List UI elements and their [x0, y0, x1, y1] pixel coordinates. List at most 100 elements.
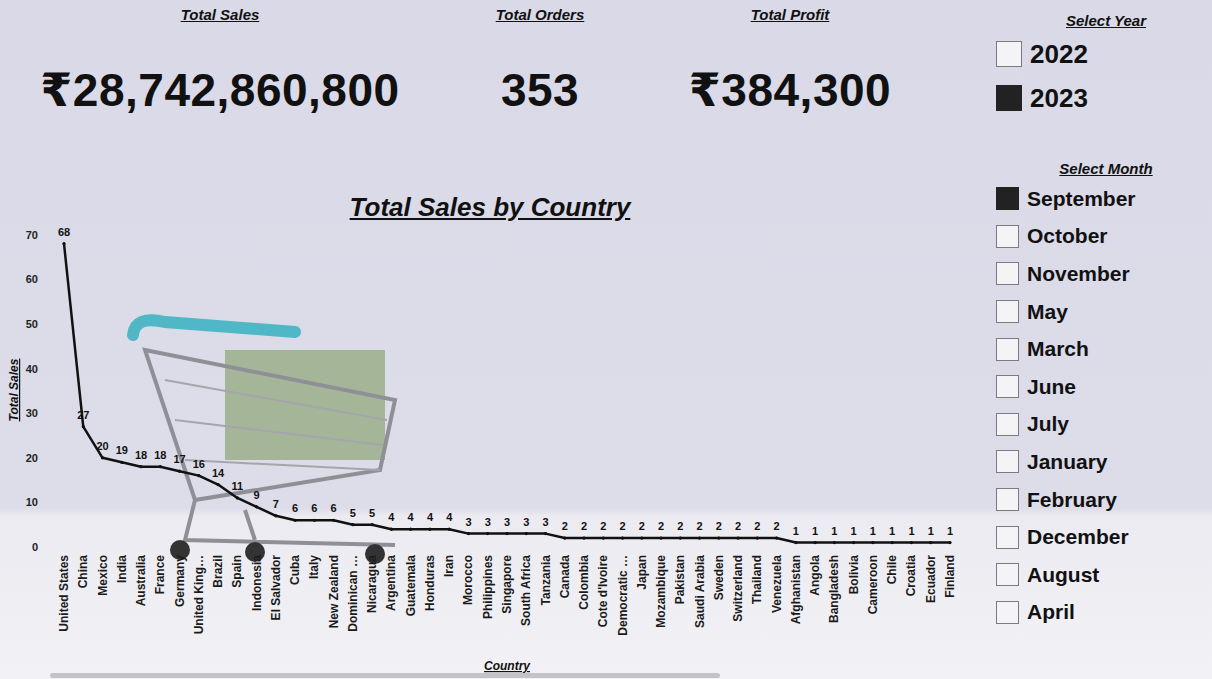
data-label: 11 — [232, 480, 244, 492]
month-label[interactable]: November — [1027, 262, 1130, 286]
month-label[interactable]: January — [1027, 450, 1108, 474]
data-label: 1 — [831, 525, 837, 537]
line-segment — [64, 244, 83, 427]
checkbox[interactable] — [996, 187, 1019, 210]
data-point — [197, 474, 200, 477]
data-label: 1 — [793, 525, 799, 537]
month-option[interactable]: August — [990, 556, 1212, 594]
data-point — [351, 523, 354, 526]
month-option[interactable]: November — [990, 255, 1212, 293]
data-point — [505, 532, 508, 535]
month-option[interactable]: October — [990, 218, 1212, 256]
line-segment — [796, 541, 815, 544]
country-label: Cote d'Ivoire — [596, 555, 610, 628]
data-point — [871, 541, 874, 544]
year-label[interactable]: 2023 — [1030, 83, 1088, 114]
data-point — [910, 541, 913, 544]
month-label[interactable]: October — [1027, 224, 1108, 248]
line-segment — [103, 458, 122, 462]
month-option[interactable]: December — [990, 518, 1212, 556]
checkbox[interactable] — [996, 450, 1019, 473]
line-segment — [526, 532, 545, 535]
month-option[interactable]: January — [990, 443, 1212, 481]
month-option[interactable]: May — [990, 293, 1212, 331]
line-segment — [815, 541, 834, 544]
line-segment — [700, 537, 719, 540]
country-label: Sweden — [712, 555, 726, 600]
checkbox[interactable] — [996, 262, 1019, 285]
month-option[interactable]: July — [990, 406, 1212, 444]
data-label: 5 — [350, 507, 356, 519]
data-label: 1 — [812, 525, 818, 537]
line-segment — [334, 520, 353, 524]
month-label[interactable]: March — [1027, 337, 1089, 361]
month-label[interactable]: May — [1027, 300, 1068, 324]
scrollbar[interactable] — [50, 673, 720, 678]
checkbox[interactable] — [996, 413, 1019, 436]
country-label: Spain — [230, 555, 244, 588]
data-point — [409, 528, 412, 531]
month-label[interactable]: February — [1027, 488, 1117, 512]
checkbox[interactable] — [996, 41, 1022, 67]
data-point — [563, 536, 566, 539]
data-point — [371, 523, 374, 526]
line-segment — [757, 537, 776, 540]
line-segment — [391, 528, 410, 531]
checkbox[interactable] — [996, 300, 1019, 323]
data-point — [698, 536, 701, 539]
country-label: United King… — [192, 555, 206, 634]
line-segment — [892, 541, 911, 544]
month-option[interactable]: April — [990, 594, 1212, 632]
checkbox[interactable] — [996, 488, 1019, 511]
country-label: Saudi Arabia — [693, 555, 707, 628]
checkbox[interactable] — [996, 375, 1019, 398]
line-segment — [623, 537, 642, 540]
month-label[interactable]: August — [1027, 563, 1099, 587]
month-label[interactable]: April — [1027, 600, 1075, 624]
dashboard: Total Sales₹28,742,860,800Total Orders35… — [0, 0, 1212, 679]
line-segment — [546, 534, 565, 538]
checkbox[interactable] — [996, 225, 1019, 248]
checkbox[interactable] — [996, 85, 1022, 111]
country-label: Guatemala — [404, 555, 418, 617]
year-option[interactable]: 2023 — [990, 76, 1212, 120]
data-label: 2 — [774, 520, 780, 532]
month-label[interactable]: June — [1027, 375, 1076, 399]
month-option[interactable]: February — [990, 481, 1212, 519]
data-point — [313, 519, 316, 522]
line-segment — [911, 541, 930, 544]
checkbox[interactable] — [996, 563, 1019, 586]
line-segment — [680, 537, 699, 540]
data-label: 18 — [135, 449, 147, 461]
data-label: 68 — [58, 226, 70, 238]
data-point — [486, 532, 489, 535]
data-label: 27 — [77, 409, 89, 421]
country-label: Thailand — [750, 555, 764, 604]
month-option[interactable]: September — [990, 180, 1212, 218]
year-label[interactable]: 2022 — [1030, 39, 1088, 70]
month-option[interactable]: June — [990, 368, 1212, 406]
line-segment — [468, 532, 487, 535]
line-segment — [488, 532, 507, 535]
month-label[interactable]: December — [1027, 525, 1129, 549]
cart-basket-icon — [145, 350, 395, 500]
country-label: Mexico — [96, 555, 110, 596]
line-segment — [854, 541, 873, 544]
data-label: 2 — [754, 520, 760, 532]
line-segment — [276, 516, 295, 520]
data-label: 5 — [369, 507, 375, 519]
checkbox[interactable] — [996, 601, 1019, 624]
country-label: Finland — [943, 555, 957, 598]
year-slicer-title: Select Year — [990, 12, 1212, 32]
month-label[interactable]: July — [1027, 412, 1069, 436]
country-label: Bangladesh — [827, 555, 841, 623]
month-label[interactable]: September — [1027, 187, 1136, 211]
month-option[interactable]: March — [990, 330, 1212, 368]
checkbox[interactable] — [996, 526, 1019, 549]
data-label: 4 — [408, 511, 415, 523]
year-option[interactable]: 2022 — [990, 32, 1212, 76]
y-tick: 30 — [26, 407, 38, 419]
month-slicer-title: Select Month — [990, 160, 1212, 180]
checkbox[interactable] — [996, 338, 1019, 361]
line-segment — [661, 537, 680, 540]
